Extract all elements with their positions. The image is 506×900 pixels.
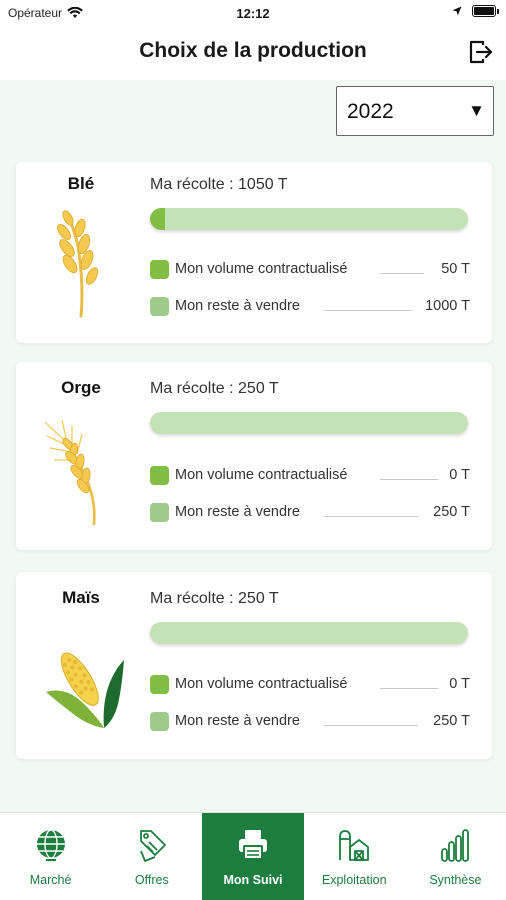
price-tag-icon — [139, 830, 166, 862]
tab-mon-suivi[interactable]: Mon Suivi — [202, 813, 304, 900]
contract-progress-fill — [150, 208, 166, 230]
tab-label: Marché — [29, 873, 72, 887]
contract-swatch — [150, 260, 169, 279]
year-select-value: 2022 — [347, 100, 394, 123]
harvest-label: Ma récolte : 1050 T — [150, 176, 288, 193]
rest-swatch — [150, 297, 169, 316]
status-bar: Opérateur 12:12 — [0, 0, 506, 26]
harvest-progress-bar — [150, 622, 468, 644]
year-select[interactable]: 2022 ▼ — [336, 86, 494, 136]
tab-label: Synthèse — [429, 873, 482, 887]
crop-name: Orge — [61, 378, 101, 397]
crop-card-ble[interactable]: Blé Ma récolte : 1050 T Mon volume contr… — [16, 162, 492, 343]
rest-value: 1000 T — [425, 298, 470, 314]
legend-divider — [380, 273, 424, 274]
crop-card-orge[interactable]: Orge Ma récolte : 250 T Mon volume contr… — [16, 362, 492, 550]
bottom-tab-bar: Marché Offres Mon Suivi Exploitation Syn… — [0, 812, 506, 900]
legend-divider — [324, 725, 418, 726]
legend-divider — [380, 688, 438, 689]
tab-label: Offres — [134, 873, 169, 887]
rest-label: Mon reste à vendre — [175, 298, 300, 314]
rest-legend-row: Mon reste à vendre 250 T — [150, 711, 470, 733]
crop-name: Maïs — [62, 588, 100, 607]
logout-icon[interactable] — [466, 38, 494, 66]
tab-label: Exploitation — [321, 873, 387, 887]
contract-label: Mon volume contractualisé — [175, 676, 348, 692]
contract-value: 0 T — [449, 467, 470, 483]
crop-card-mais[interactable]: Maïs Ma récolte : 250 T Mon volume contr… — [16, 572, 492, 759]
app-header: Choix de la production — [0, 26, 506, 80]
rest-swatch — [150, 503, 169, 522]
rest-swatch — [150, 712, 169, 731]
contract-swatch — [150, 675, 169, 694]
dropdown-arrow-icon: ▼ — [468, 101, 485, 120]
harvest-progress-bar — [150, 412, 468, 434]
bar-chart-icon — [441, 829, 470, 862]
rest-value: 250 T — [433, 504, 470, 520]
contract-label: Mon volume contractualisé — [175, 261, 348, 277]
battery-icon — [472, 5, 499, 17]
globe-icon — [36, 829, 65, 861]
contract-legend-row: Mon volume contractualisé 0 T — [150, 465, 470, 487]
rest-legend-row: Mon reste à vendre 250 T — [150, 502, 470, 524]
legend-divider — [380, 479, 438, 480]
corn-icon — [46, 652, 124, 728]
barley-icon — [44, 420, 96, 526]
location-arrow-icon — [452, 6, 462, 16]
contract-swatch — [150, 466, 169, 485]
tab-exploitation[interactable]: Exploitation — [304, 813, 405, 900]
legend-divider — [324, 310, 412, 311]
tab-offres[interactable]: Offres — [101, 813, 202, 900]
tab-synthese[interactable]: Synthèse — [405, 813, 506, 900]
contract-legend-row: Mon volume contractualisé 50 T — [150, 259, 470, 281]
harvest-label: Ma récolte : 250 T — [150, 590, 279, 607]
contract-label: Mon volume contractualisé — [175, 467, 348, 483]
tab-marche[interactable]: Marché — [0, 813, 101, 900]
rest-label: Mon reste à vendre — [175, 713, 300, 729]
status-right — [452, 5, 499, 17]
crop-name: Blé — [67, 174, 95, 193]
page-title: Choix de la production — [139, 39, 367, 62]
legend-divider — [324, 516, 418, 517]
rest-legend-row: Mon reste à vendre 1000 T — [150, 296, 470, 318]
contract-value: 50 T — [441, 261, 470, 277]
contract-value: 0 T — [449, 676, 470, 692]
harvest-progress-bar — [150, 208, 468, 230]
wheat-icon — [57, 210, 99, 318]
contract-legend-row: Mon volume contractualisé 0 T — [150, 674, 470, 696]
printer-icon — [239, 830, 267, 860]
rest-value: 250 T — [433, 713, 470, 729]
status-time: 12:12 — [236, 6, 270, 21]
rest-label: Mon reste à vendre — [175, 504, 300, 520]
tab-label: Mon Suivi — [223, 873, 283, 887]
harvest-label: Ma récolte : 250 T — [150, 380, 279, 397]
farm-icon — [339, 830, 370, 861]
